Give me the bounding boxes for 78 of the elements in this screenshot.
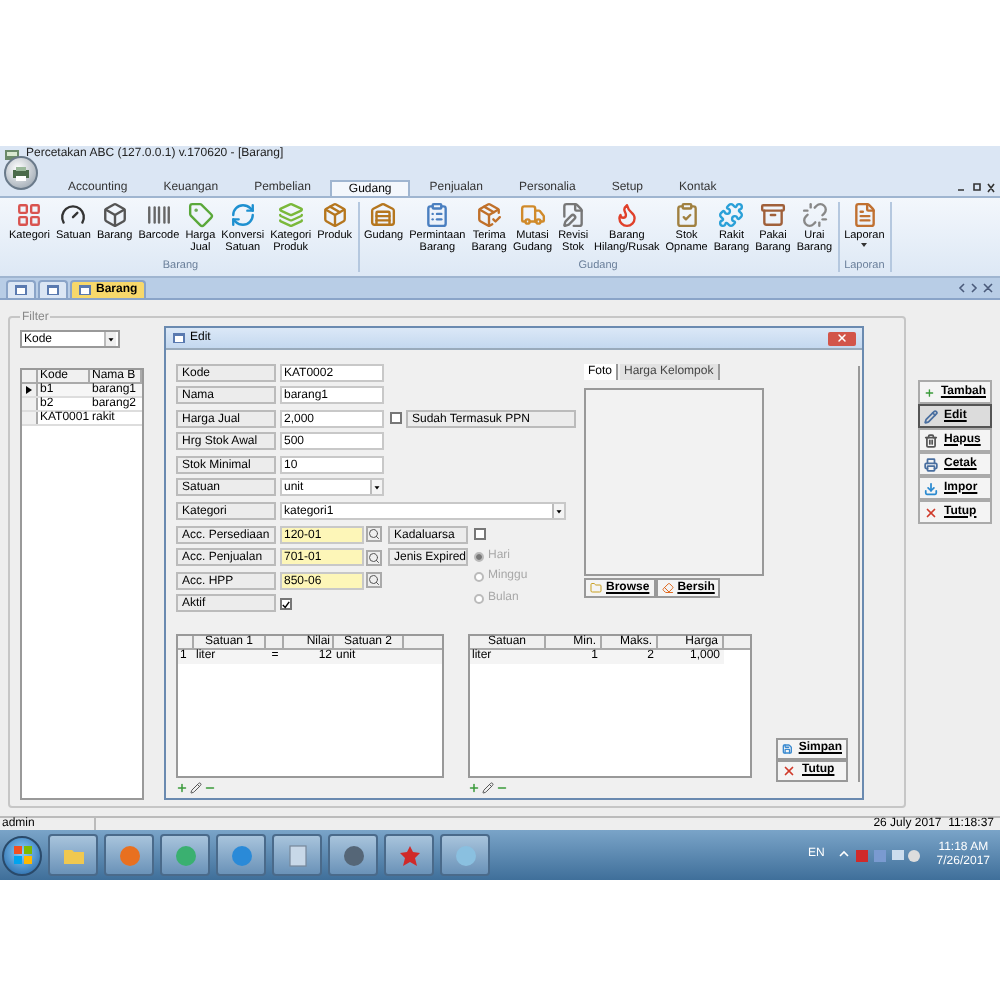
caret-icon [860, 242, 869, 248]
printer-icon [12, 165, 30, 181]
tag-icon [187, 202, 214, 228]
warehouse-icon [370, 202, 397, 228]
taskbar-button[interactable] [48, 834, 98, 876]
lookup-button[interactable] [366, 572, 382, 589]
printer-icon [924, 457, 938, 471]
taskbar-button[interactable] [272, 834, 322, 876]
window-controls-icon [956, 182, 996, 194]
report-icon [851, 202, 878, 228]
add-icon[interactable] [176, 781, 188, 794]
trash-icon [924, 433, 938, 447]
taskbar-button[interactable] [216, 834, 266, 876]
save-icon [782, 741, 793, 756]
archive-icon [759, 202, 786, 228]
taskbar-button[interactable] [104, 834, 154, 876]
lookup-button[interactable] [366, 549, 382, 566]
close-button[interactable] [828, 331, 856, 345]
caret-icon [552, 504, 564, 519]
notepad-icon [285, 843, 309, 867]
checkbox[interactable] [474, 528, 486, 541]
close-icon [924, 505, 938, 519]
gauge-icon [60, 202, 87, 228]
pencil-icon[interactable] [482, 781, 494, 794]
search-icon [368, 528, 380, 541]
form-icon [46, 284, 60, 296]
app-icon [341, 843, 365, 867]
edit-document-icon [560, 202, 587, 228]
checkbox[interactable] [390, 412, 402, 425]
row-pointer-icon [26, 386, 32, 394]
document-tab[interactable] [38, 280, 68, 298]
broken-link-icon [801, 202, 828, 228]
grid-icon [16, 202, 43, 228]
media-player-icon [229, 843, 253, 867]
caret-icon [370, 480, 382, 495]
checkbox[interactable] [280, 597, 292, 610]
start-button[interactable] [2, 835, 42, 875]
truck-icon [519, 202, 546, 228]
layers-icon [277, 202, 304, 228]
document-tab[interactable] [6, 280, 36, 298]
search-icon [368, 574, 380, 587]
taskbar-button[interactable] [160, 834, 210, 876]
taskbar-button[interactable] [440, 834, 490, 876]
barcode-icon [145, 202, 172, 228]
pencil-icon[interactable] [190, 781, 202, 794]
package-icon [321, 202, 348, 228]
app-icon [173, 843, 197, 867]
taskbar-button[interactable] [384, 834, 434, 876]
clipboard-icon [673, 202, 700, 228]
folder-icon [590, 582, 602, 594]
tray-icons [838, 847, 923, 863]
plus-icon [924, 385, 935, 399]
close-icon [836, 332, 848, 344]
package-icon [476, 202, 503, 228]
app-icon [453, 843, 477, 867]
lookup-button[interactable] [366, 526, 382, 543]
windows-logo-icon [13, 846, 31, 864]
search-icon [368, 551, 380, 564]
add-icon[interactable] [468, 781, 480, 794]
form-icon [78, 284, 92, 296]
eraser-icon [661, 582, 674, 594]
flame-icon [613, 202, 640, 228]
taskbar-button[interactable] [328, 834, 378, 876]
refresh-icon [229, 202, 256, 228]
app-icon [397, 843, 421, 867]
clipboard-icon [424, 202, 451, 228]
pencil-icon [924, 409, 938, 423]
form-icon [14, 284, 28, 296]
row-header[interactable] [22, 384, 38, 396]
app-icon [4, 148, 20, 162]
puzzle-icon [718, 202, 745, 228]
browser-icon [117, 843, 141, 867]
close-icon [782, 763, 796, 778]
import-icon [924, 481, 938, 495]
tab-controls-icon [958, 282, 994, 294]
box-icon [101, 202, 128, 228]
form-icon [172, 332, 186, 344]
caret-icon [104, 332, 116, 346]
